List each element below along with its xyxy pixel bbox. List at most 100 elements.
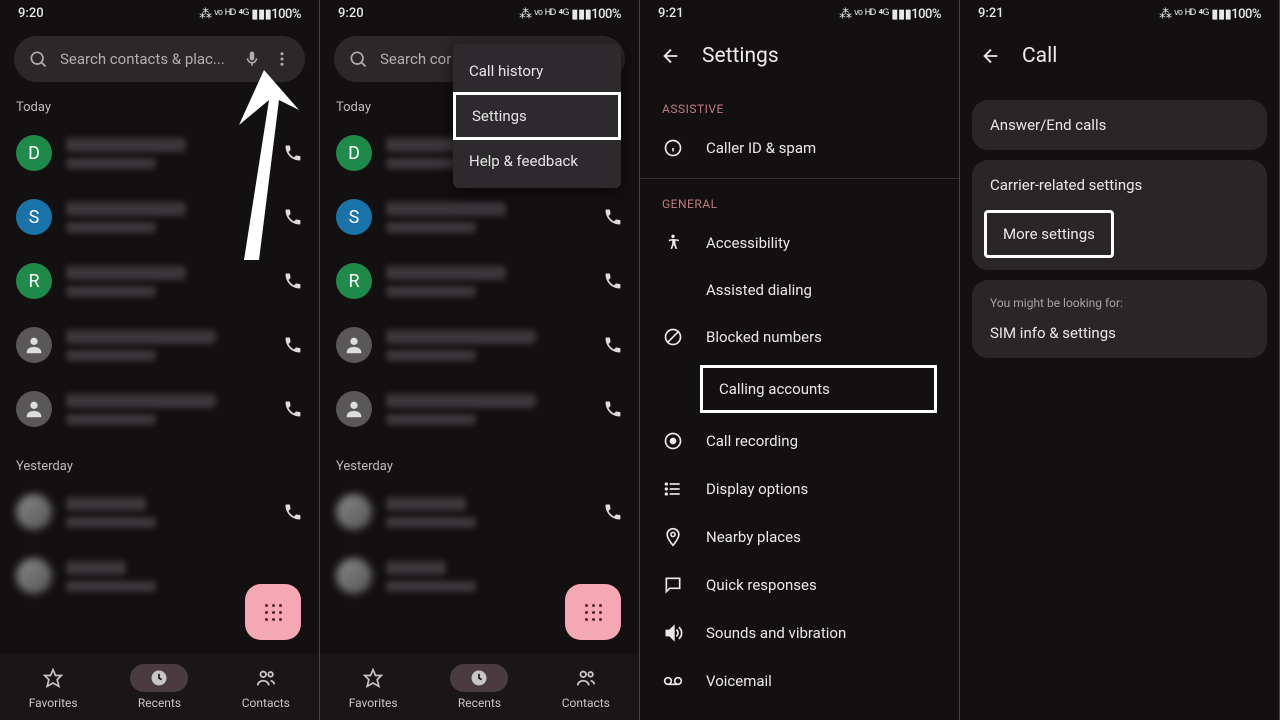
call-entry[interactable]	[0, 313, 319, 377]
status-time: 9:20	[18, 6, 44, 22]
setting-calling-accounts[interactable]: Calling accounts	[700, 365, 937, 413]
menu-settings[interactable]: Settings	[453, 92, 621, 140]
clock-icon	[469, 668, 489, 688]
search-icon	[28, 49, 48, 69]
avatar: D	[16, 135, 52, 171]
location-icon	[663, 527, 683, 547]
panel-1-recents: 9:20 ⁂ ᵛᵒ ᴴᴰ ⁴ᴳ ▮▮▮100% Search contacts …	[0, 0, 320, 720]
phone-icon[interactable]	[283, 207, 303, 227]
call-entry[interactable]	[0, 480, 319, 544]
call-info	[66, 330, 269, 361]
setting-answer-end[interactable]: Answer/End calls	[972, 100, 1267, 150]
call-entry[interactable]	[320, 377, 639, 441]
call-info	[386, 497, 589, 528]
phone-icon[interactable]	[283, 399, 303, 419]
avatar	[336, 558, 372, 594]
setting-caller-id[interactable]: Caller ID & spam	[640, 124, 959, 172]
avatar	[16, 558, 52, 594]
nav-contacts[interactable]: Contacts	[237, 664, 295, 710]
dialpad-icon	[585, 604, 602, 621]
avatar: R	[16, 263, 52, 299]
status-bar: 9:20 ⁂ ᵛᵒ ᴴᴰ ⁴ᴳ ▮▮▮100%	[320, 0, 639, 26]
call-entry[interactable]: D	[0, 121, 319, 185]
chat-icon	[663, 575, 683, 595]
status-indicators: ⁂ ᵛᵒ ᴴᴰ ⁴ᴳ ▮▮▮100%	[519, 6, 621, 22]
avatar	[16, 391, 52, 427]
status-indicators: ⁂ ᵛᵒ ᴴᴰ ⁴ᴳ ▮▮▮100%	[1159, 6, 1261, 22]
nav-contacts[interactable]: Contacts	[557, 664, 615, 710]
setting-sim-info[interactable]: SIM info & settings	[972, 316, 1267, 358]
status-indicators: ⁂ ᵛᵒ ᴴᴰ ⁴ᴳ ▮▮▮100%	[199, 6, 301, 22]
nav-favorites[interactable]: Favorites	[344, 664, 402, 710]
call-entry[interactable]: R	[0, 249, 319, 313]
dialpad-fab[interactable]	[565, 584, 621, 640]
bottom-nav: Favorites Recents Contacts	[320, 654, 639, 720]
people-icon	[575, 667, 597, 689]
setting-voicemail[interactable]: Voicemail	[640, 657, 959, 705]
setting-more[interactable]: More settings	[984, 210, 1114, 258]
page-header: Settings	[640, 26, 959, 90]
mic-icon[interactable]	[243, 50, 261, 68]
nav-recents[interactable]: Recents	[450, 664, 508, 710]
page-title: Call	[1022, 44, 1057, 68]
phone-icon[interactable]	[603, 502, 623, 522]
assistive-label: ASSISTIVE	[640, 90, 959, 124]
call-info	[386, 266, 589, 297]
call-entry[interactable]	[0, 377, 319, 441]
status-time: 9:20	[338, 6, 364, 22]
call-entry[interactable]	[320, 313, 639, 377]
avatar	[16, 327, 52, 363]
nav-favorites[interactable]: Favorites	[24, 664, 82, 710]
phone-icon[interactable]	[283, 271, 303, 291]
status-time: 9:21	[658, 6, 684, 22]
search-placeholder: Search contacts & plac...	[60, 50, 231, 68]
call-info	[386, 202, 589, 233]
search-bar[interactable]: Search contacts & plac...	[14, 36, 305, 82]
nav-recents[interactable]: Recents	[130, 664, 188, 710]
call-info	[386, 330, 589, 361]
phone-icon[interactable]	[283, 335, 303, 355]
status-time: 9:21	[978, 6, 1004, 22]
dialpad-fab[interactable]	[245, 584, 301, 640]
call-entry[interactable]: S	[320, 185, 639, 249]
menu-call-history[interactable]: Call history	[453, 50, 621, 92]
accessibility-icon	[663, 233, 683, 253]
list-icon	[663, 479, 683, 499]
star-icon	[363, 668, 383, 688]
avatar	[336, 391, 372, 427]
setting-quick[interactable]: Quick responses	[640, 561, 959, 609]
call-entry[interactable]	[320, 480, 639, 544]
voicemail-icon	[663, 671, 683, 691]
call-entry[interactable]: R	[320, 249, 639, 313]
menu-help[interactable]: Help & feedback	[453, 140, 621, 182]
phone-icon[interactable]	[603, 335, 623, 355]
avatar: R	[336, 263, 372, 299]
setting-sounds[interactable]: Sounds and vibration	[640, 609, 959, 657]
general-label: GENERAL	[640, 185, 959, 219]
avatar	[16, 494, 52, 530]
setting-display[interactable]: Display options	[640, 465, 959, 513]
phone-icon[interactable]	[603, 271, 623, 291]
setting-blocked[interactable]: Blocked numbers	[640, 313, 959, 361]
setting-accessibility[interactable]: Accessibility	[640, 219, 959, 267]
avatar: S	[336, 199, 372, 235]
yesterday-label: Yesterday	[320, 441, 639, 480]
back-icon[interactable]	[980, 45, 1002, 67]
panel-3-settings: 9:21 ⁂ ᵛᵒ ᴴᴰ ⁴ᴳ ▮▮▮100% Settings ASSISTI…	[640, 0, 960, 720]
setting-recording[interactable]: Call recording	[640, 417, 959, 465]
panel-4-call: 9:21 ⁂ ᵛᵒ ᴴᴰ ⁴ᴳ ▮▮▮100% Call Answer/End …	[960, 0, 1280, 720]
phone-icon[interactable]	[603, 207, 623, 227]
setting-assisted-dialing[interactable]: Assisted dialing	[640, 267, 959, 313]
looking-for-label: You might be looking for:	[972, 280, 1267, 316]
more-icon[interactable]	[273, 50, 291, 68]
status-bar: 9:21 ⁂ ᵛᵒ ᴴᴰ ⁴ᴳ ▮▮▮100%	[960, 0, 1279, 26]
setting-carrier[interactable]: Carrier-related settings	[972, 160, 1267, 210]
call-entry[interactable]: S	[0, 185, 319, 249]
yesterday-label: Yesterday	[0, 441, 319, 480]
phone-icon[interactable]	[283, 143, 303, 163]
today-label: Today	[0, 82, 319, 121]
phone-icon[interactable]	[283, 502, 303, 522]
phone-icon[interactable]	[603, 399, 623, 419]
setting-nearby[interactable]: Nearby places	[640, 513, 959, 561]
back-icon[interactable]	[660, 45, 682, 67]
